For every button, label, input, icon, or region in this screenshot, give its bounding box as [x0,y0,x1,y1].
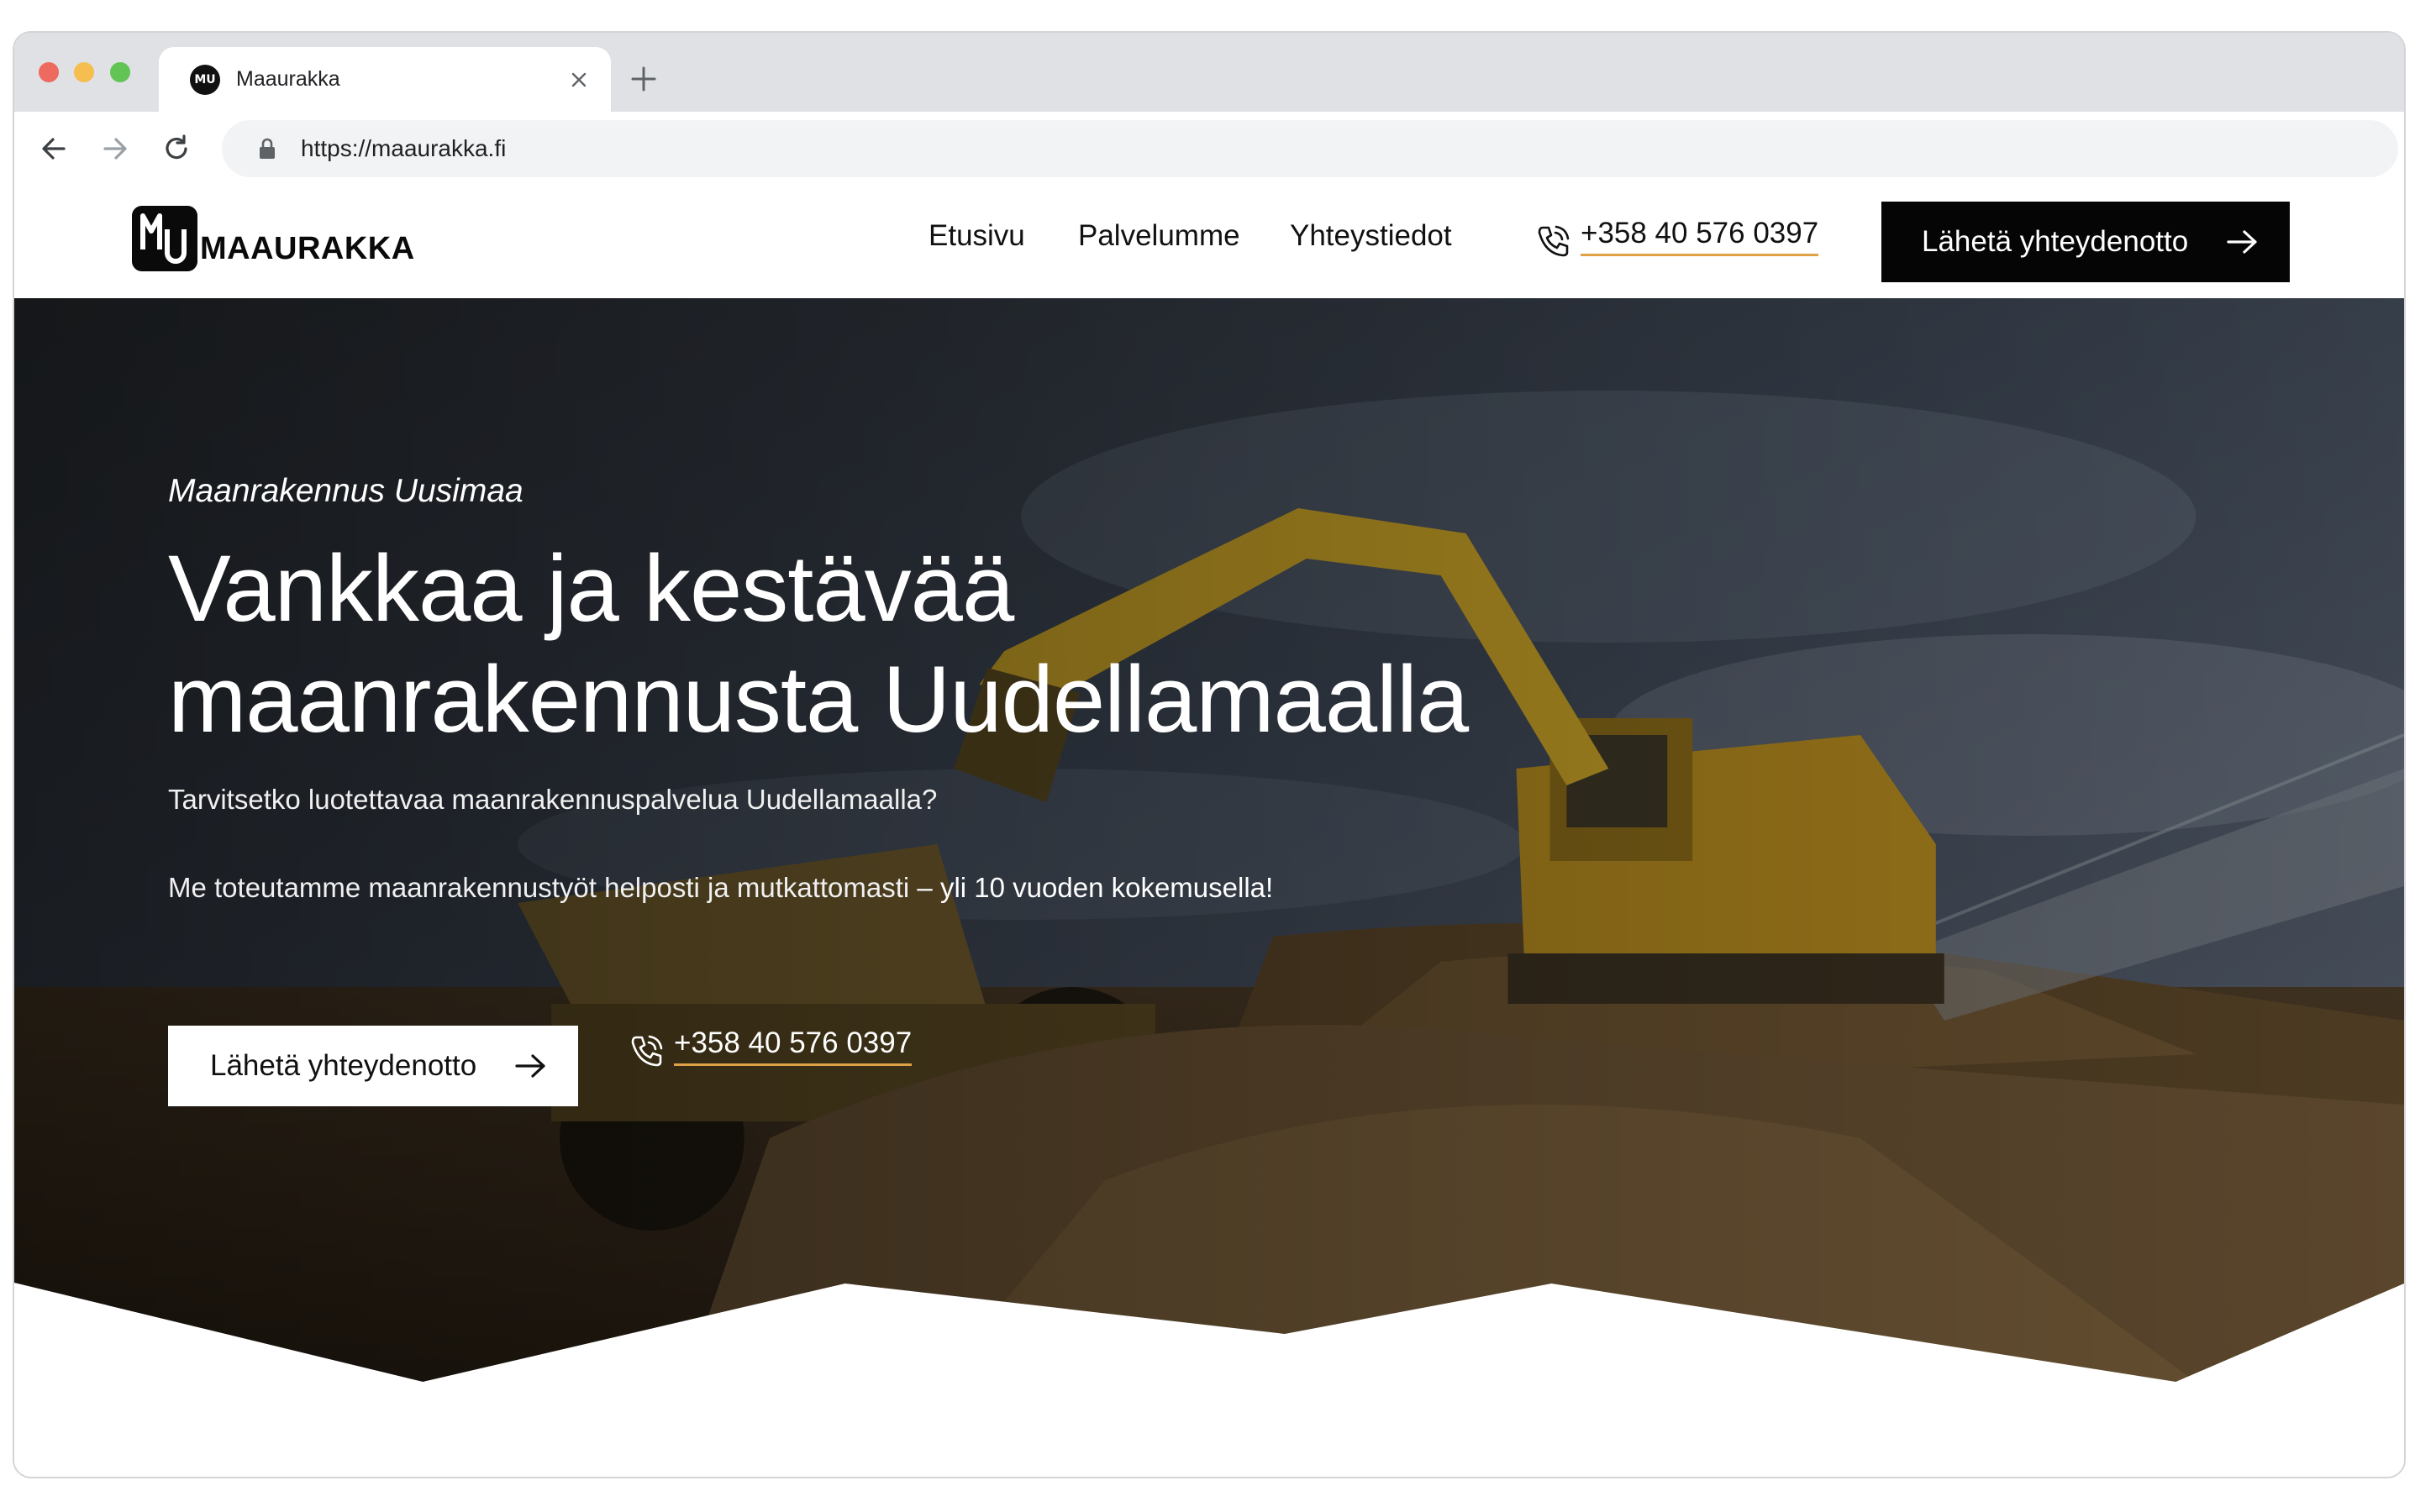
header-contact-label: Lähetä yhteydenotto [1922,225,2189,258]
hero-contact-label: Lähetä yhteydenotto [210,1049,477,1082]
lock-icon [260,138,275,159]
phone-icon [1538,225,1570,257]
hero-lead-question: Tarvitsetko luotettavaa maanrakennuspalv… [168,784,938,815]
hero-headline-line1: Vankkaa ja kestävää [168,536,1014,641]
tab-strip: MU Maaurakka [14,33,2404,112]
forward-icon[interactable] [98,132,132,165]
reload-icon[interactable] [160,132,193,165]
arrow-right-icon [515,1054,545,1078]
close-icon[interactable] [569,70,589,90]
favicon-icon: MU [190,65,220,95]
hero-lead-statement-start: Me toteutamme maanrakennustyöt helposti … [168,872,910,903]
close-window-button[interactable] [39,62,59,82]
hero-eyebrow: Maanrakennus Uusimaa [168,473,523,509]
back-icon[interactable] [37,132,71,165]
nav-palvelumme[interactable]: Palvelumme [1078,219,1240,253]
browser-toolbar: https://maaurakka.fi [14,112,2404,186]
hero-lead-statement: Me toteutamme maanrakennustyöt helposti … [168,872,1273,904]
minimize-window-button[interactable] [74,62,94,82]
hero-headline-line2: maanrakennusta Uudellamaalla [168,647,1469,752]
hero-section: Maanrakennus Uusimaa Vankkaa ja kestävää… [14,298,2404,1382]
web-page: MAAURAKKA Etusivu Palvelumme Yhteystiedo… [14,186,2404,1477]
logo-text: MAAURAKKA [200,231,415,266]
hero-background-image [14,298,2404,1382]
browser-window: MU Maaurakka https://maaurakka.fi MAAURA… [13,31,2406,1478]
hero-phone-number: +358 40 576 0397 [674,1026,913,1066]
logo-mark-icon [132,206,197,271]
arrow-right-icon [2227,230,2257,254]
nav-yhteystiedot[interactable]: Yhteystiedot [1290,219,1452,253]
nav-etusivu[interactable]: Etusivu [929,219,1025,253]
plus-icon[interactable] [629,65,658,93]
maximize-window-button[interactable] [110,62,130,82]
header-contact-button[interactable]: Lähetä yhteydenotto [1881,202,2290,282]
browser-tab[interactable]: MU Maaurakka [159,47,611,112]
hero-headline: Vankkaa ja kestävää maanrakennusta Uudel… [168,533,1469,755]
header-phone-number: +358 40 576 0397 [1581,217,1819,256]
hero-lead-emphasis: – yli 10 vuoden kokemusella! [909,872,1274,903]
url-text: https://maaurakka.fi [301,135,507,161]
address-bar[interactable]: https://maaurakka.fi [222,120,2398,177]
tab-title: Maaurakka [236,67,340,91]
phone-icon [631,1035,663,1067]
site-header: MAAURAKKA Etusivu Palvelumme Yhteystiedo… [14,186,2404,298]
hero-contact-button[interactable]: Lähetä yhteydenotto [168,1026,578,1106]
